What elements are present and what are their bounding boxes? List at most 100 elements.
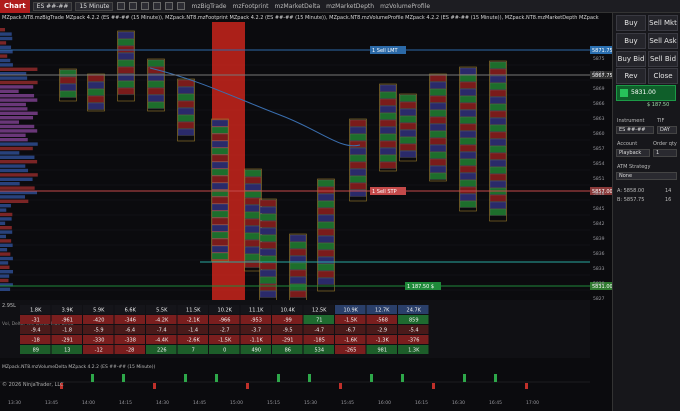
footprint-candle [177, 78, 195, 142]
chart-canvas[interactable]: 1 Sell LMT 5871.755867.751 Sell STP 5857.0… [0, 0, 680, 411]
volume-profile-bar [0, 116, 34, 120]
delta-table-value: -31 [32, 318, 40, 324]
footprint-cell [211, 238, 229, 246]
position-status-icon [620, 89, 628, 97]
footprint-cell [349, 161, 367, 169]
footprint-cell [349, 119, 367, 127]
footprint-candle [429, 73, 447, 182]
price-axis-label: 5872 [593, 71, 605, 77]
footprint-cell [177, 93, 195, 101]
footprint-cell [177, 79, 195, 87]
order-qty-field[interactable]: 1 [653, 149, 677, 157]
footprint-cell [244, 197, 262, 205]
footprint-cell [459, 144, 477, 152]
footprint-cell [147, 80, 165, 88]
sell-market-button[interactable]: Sell Mkt [648, 15, 678, 31]
delta-table-value: -2.7 [220, 328, 230, 334]
footprint-cell [489, 124, 507, 132]
footprint-cell [211, 196, 229, 204]
avg-b-value: 16 [665, 197, 672, 203]
delta-table-value: 13 [64, 348, 70, 354]
reverse-button[interactable]: Rev [616, 68, 646, 84]
delta-table-value: -1.5K [344, 318, 358, 324]
delta-table-value: -420 [93, 318, 104, 324]
delta-table-value: -18 [32, 338, 40, 344]
delta-table-value: -376 [408, 338, 419, 344]
delta-table-value: 5.5K [156, 308, 168, 314]
account-field[interactable]: Playback [616, 149, 650, 157]
footprint-cell [379, 133, 397, 141]
footprint-cell [429, 81, 447, 89]
time-axis-label: 16:45 [489, 400, 502, 406]
footprint-cell [399, 129, 417, 137]
volume-profile-bar [0, 270, 13, 274]
footprint-cell [349, 182, 367, 190]
strategies-icon[interactable] [177, 2, 186, 10]
footprint-cell [117, 59, 135, 67]
buy-ask-button[interactable]: Buy Ask [616, 33, 646, 59]
footprint-cell [259, 262, 277, 270]
sell-bid-button[interactable]: Sell Bid [648, 51, 678, 67]
price-axis-label: 5857 [593, 146, 605, 152]
properties-icon[interactable] [153, 2, 162, 10]
footprint-cell [317, 270, 335, 278]
delta-table-value: 490 [251, 348, 261, 354]
mzmarketdepth-button[interactable]: mzMarketDepth [326, 3, 374, 10]
volume-panel-label: MZpack.NT8.mzVolumeDelta MZpack 4.2.2 (E… [2, 364, 155, 370]
time-axis-label: 14:15 [119, 400, 132, 406]
footprint-cell [317, 200, 335, 208]
indicators-icon[interactable] [165, 2, 174, 10]
time-axis-label: 15:30 [304, 400, 317, 406]
instrument-selector[interactable]: ES ##-## [32, 1, 73, 11]
position-pnl: $ 187.50 [647, 102, 670, 108]
footprint-cell [147, 101, 165, 109]
buy-bid-button[interactable]: Buy Bid [616, 51, 646, 67]
time-axis-label: 14:45 [193, 400, 206, 406]
mzmarketdelta-button[interactable]: mzMarketDelta [275, 3, 321, 10]
cursor-icon[interactable] [117, 2, 126, 10]
buy-market-button[interactable]: Buy Mkt [616, 15, 646, 41]
delta-table-value: -953 [251, 318, 262, 324]
footprint-cell [317, 263, 335, 271]
footprint-cell [289, 262, 307, 270]
chart-title: Chart [0, 0, 30, 13]
volume-profile-bar [0, 102, 26, 107]
footprint-cell [459, 123, 477, 131]
footprint-cell [489, 145, 507, 153]
instrument-label: Instrument [617, 118, 645, 124]
zoom-icon[interactable] [129, 2, 138, 10]
footprint-cell [489, 173, 507, 181]
footprint-cell [289, 234, 307, 242]
delta-table-value: -961 [62, 318, 73, 324]
footprint-cell [244, 218, 262, 226]
footprint-candle [87, 73, 105, 112]
footprint-cell [459, 109, 477, 117]
footprint-cell [259, 290, 277, 298]
footprint-cell [459, 200, 477, 208]
footprint-cell [399, 136, 417, 144]
footprint-cell [211, 126, 229, 134]
delta-table-value: -1.4 [188, 328, 198, 334]
delta-table-value: -185 [314, 338, 325, 344]
footprint-cell [289, 290, 307, 298]
volume-profile-bar [0, 138, 28, 142]
order-qty-label: Order qty [653, 141, 677, 147]
tif-field[interactable]: DAY [657, 126, 677, 134]
mzvolumeprofile-button[interactable]: mzVolumeProfile [380, 3, 430, 10]
footprint-cell [429, 130, 447, 138]
footprint-cell [87, 81, 105, 89]
volume-profile-bar [0, 32, 12, 36]
close-button[interactable]: Close [648, 68, 678, 84]
drawing-tools-icon[interactable] [141, 2, 150, 10]
avg-a-value: 14 [665, 188, 672, 194]
delta-table-value: 3.9K [62, 308, 74, 314]
interval-selector[interactable]: 15 Minute [75, 1, 114, 11]
sell-ask-button[interactable]: Sell Ask [648, 33, 678, 49]
instrument-field[interactable]: ES ##-## [616, 126, 654, 134]
delta-table-value: -330 [93, 338, 104, 344]
atm-strategy-field[interactable]: None [616, 172, 677, 180]
footprint-cell [211, 252, 229, 260]
mzbigtrade-button[interactable]: mzBigTrade [191, 3, 226, 10]
mzfootprint-button[interactable]: mzFootprint [233, 3, 269, 10]
footprint-cell [349, 154, 367, 162]
